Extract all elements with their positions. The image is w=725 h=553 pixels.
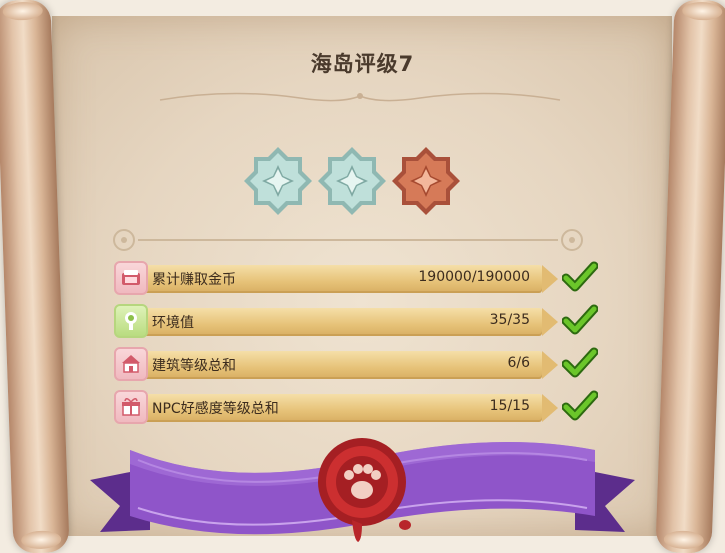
requirement-row-buildings: 建筑等级总和 6/6 [112, 346, 612, 386]
requirement-row-environment: 环境值 35/35 [112, 303, 612, 343]
requirement-label: 环境值 [152, 315, 194, 331]
requirement-progress: 190000/190000 [418, 269, 530, 285]
environment-tree-icon [114, 304, 148, 338]
requirement-row-coins: 累计赚取金币 190000/190000 [112, 260, 612, 300]
check-icon [562, 261, 598, 292]
island-rating-panel: 海岛评级7 累计赚取金币 190000/190000 环境值 35/35 建筑等… [0, 0, 725, 553]
check-icon [562, 304, 598, 335]
requirement-progress: 35/35 [489, 312, 530, 328]
check-icon [562, 347, 598, 378]
requirement-progress: 15/15 [489, 398, 530, 414]
gift-box-icon [114, 390, 148, 424]
coin-shop-icon [114, 261, 148, 295]
building-house-icon [114, 347, 148, 381]
requirement-progress: 6/6 [507, 355, 530, 371]
purple-ribbon-seal [90, 438, 635, 542]
requirement-label: NPC好感度等级总和 [152, 401, 279, 417]
requirement-label: 建筑等级总和 [152, 358, 236, 374]
requirement-label: 累计赚取金币 [152, 272, 236, 288]
